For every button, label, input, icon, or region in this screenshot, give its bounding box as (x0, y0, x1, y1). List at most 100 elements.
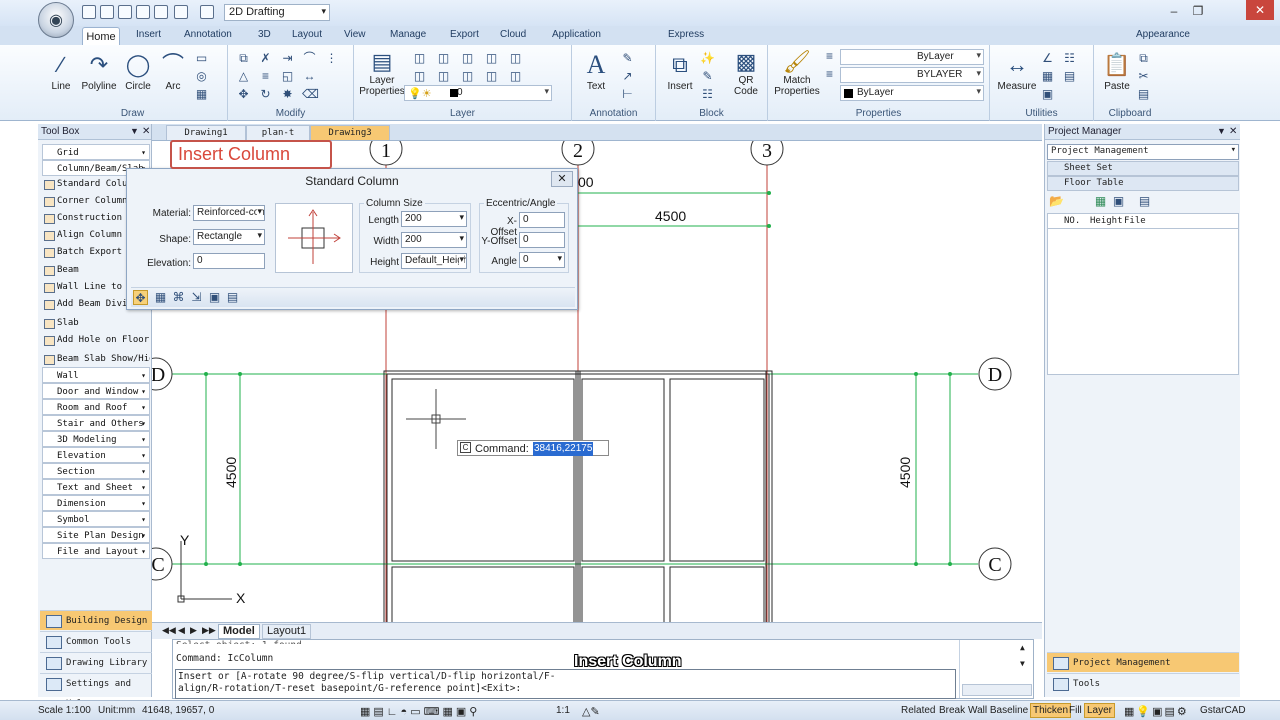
redo-icon[interactable] (200, 5, 214, 19)
yoffset-input[interactable]: 0 (519, 232, 565, 248)
status-fill[interactable]: Fill (1069, 705, 1082, 716)
first-tab-icon[interactable]: ◀◀ (162, 625, 176, 636)
scroll-up-icon[interactable]: ▲ (1020, 642, 1025, 654)
scroll-down-icon[interactable]: ▼ (1020, 658, 1025, 670)
tb-site-plan[interactable]: Site Plan Design (42, 527, 150, 543)
tab-express[interactable]: Express (668, 29, 704, 40)
print-icon[interactable] (154, 5, 168, 19)
command-scrollbar[interactable]: ▲ ▼ (959, 640, 1033, 698)
mtext-icon[interactable]: ✎ (620, 51, 635, 66)
save-icon[interactable] (118, 5, 132, 19)
layer-state-icon[interactable]: ◫ (412, 51, 427, 66)
pm-project-management[interactable]: Project Management (1047, 652, 1239, 672)
width-select[interactable]: 200 (401, 232, 467, 248)
arc-tool[interactable]: ⌒ Arc (158, 51, 188, 92)
doc-tab-plan[interactable]: plan-t (246, 125, 310, 140)
ellipse-icon[interactable]: ◎ (194, 69, 209, 84)
tb-text-sheet[interactable]: Text and Sheet (42, 479, 150, 495)
free-insert-icon[interactable]: ✥ (133, 290, 148, 305)
angle-icon[interactable]: ∠ (1040, 51, 1055, 66)
axis-insert-icon[interactable]: ⌘ (171, 290, 186, 305)
explode-icon[interactable]: ✸ (280, 87, 295, 102)
grid-insert-icon[interactable]: ▦ (153, 290, 168, 305)
close-button[interactable]: ✕ (1246, 0, 1274, 20)
xoffset-input[interactable]: 0 (519, 212, 565, 228)
rectangle-icon[interactable]: ▭ (194, 51, 209, 66)
layer-merge-icon[interactable]: ◫ (460, 69, 475, 84)
prev-tab-icon[interactable]: ◀ (178, 625, 185, 636)
linetype-select[interactable]: ByLayer (840, 49, 984, 65)
insert-block-button[interactable]: ⧉ Insert (660, 51, 700, 92)
status-layer[interactable]: Layer (1084, 703, 1116, 718)
tb-building-design[interactable]: Building Design (40, 610, 152, 630)
layer-lock-icon[interactable]: ◫ (412, 69, 427, 84)
pm-pin-icon[interactable]: ▼ (1217, 126, 1226, 136)
paste-button[interactable]: 📋 Paste (1100, 51, 1134, 92)
tab-layout[interactable]: Layout (292, 29, 322, 40)
list-icon[interactable]: ☷ (1062, 51, 1077, 66)
array-icon[interactable]: ⋮ (324, 51, 339, 66)
add-floor-icon[interactable]: ▦ (1093, 194, 1108, 209)
elevation-input[interactable]: 0 (193, 253, 265, 269)
tb-door-window[interactable]: Door and Window (42, 383, 150, 399)
color-select[interactable]: ByLayer (840, 85, 984, 101)
measure-button[interactable]: ↔ Measure (996, 51, 1038, 92)
command-input[interactable]: Insert or [A-rotate 90 degree/S-flip ver… (175, 669, 956, 699)
circle-tool[interactable]: ◯ Circle (122, 51, 154, 92)
tb-3d-modeling[interactable]: 3D Modeling (42, 431, 150, 447)
pin-icon[interactable]: ▼ (130, 126, 139, 136)
horizontal-scrollbar[interactable] (962, 684, 1032, 696)
next-tab-icon[interactable]: ▶ (190, 625, 197, 636)
tb-settings-help[interactable]: Settings and Help (40, 673, 152, 709)
tb-room-roof[interactable]: Room and Roof (42, 399, 150, 415)
new-icon[interactable] (82, 5, 96, 19)
tab-home[interactable]: Home (82, 27, 120, 47)
copy-clip-icon[interactable]: ⧉ (1136, 51, 1151, 66)
copy-icon[interactable]: ⧉ (236, 51, 251, 66)
save-as-icon[interactable] (136, 5, 150, 19)
layer-delete-icon[interactable]: ◫ (484, 69, 499, 84)
line-tool[interactable]: ∕ Line (46, 51, 76, 92)
dynamic-input-value[interactable]: 38416,22175 (533, 442, 594, 456)
tb-dimension[interactable]: Dimension (42, 495, 150, 511)
minimize-button[interactable]: – (1162, 2, 1186, 20)
status-zoom[interactable]: 1:1 (556, 705, 570, 716)
tab-export[interactable]: Export (450, 29, 479, 40)
layer-previous-icon[interactable]: ◫ (508, 69, 523, 84)
layer-freeze-icon[interactable]: ◫ (508, 51, 523, 66)
status-unit[interactable]: Unit:mm (98, 705, 135, 716)
layer-walk-icon[interactable]: ◫ (436, 69, 451, 84)
tb-stair[interactable]: Stair and Others (42, 415, 150, 431)
extend-icon[interactable]: ⇥ (280, 51, 295, 66)
status-related[interactable]: Related (901, 705, 935, 716)
tb-grid[interactable]: Grid (42, 144, 150, 160)
layer-match-icon[interactable]: ◫ (436, 51, 451, 66)
tb-wall[interactable]: Wall (42, 367, 150, 383)
tb-common-tools[interactable]: Common Tools (40, 631, 152, 651)
select-icon[interactable]: ▤ (1062, 69, 1077, 84)
shape-select[interactable]: Rectangle (193, 229, 265, 245)
rotate-icon[interactable]: ↻ (258, 87, 273, 102)
tb-add-hole[interactable]: Add Hole on Floor Slab (42, 332, 150, 348)
floor-delete-icon[interactable]: ▤ (1137, 194, 1152, 209)
status-thicken[interactable]: Thicken (1030, 703, 1072, 718)
lineweight-select[interactable]: BYLAYER (840, 67, 984, 83)
height-select[interactable]: Default_Height (401, 253, 467, 269)
open-icon[interactable] (100, 5, 114, 19)
tab-cloud[interactable]: Cloud (500, 29, 526, 40)
status-wall-baseline[interactable]: Wall Baseline (968, 705, 1028, 716)
pm-close-icon[interactable]: ✕ (1229, 126, 1237, 137)
open-folder-icon[interactable]: 📂 (1049, 194, 1064, 209)
last-tab-icon[interactable]: ▶▶ (202, 625, 216, 636)
offset-icon[interactable]: ≡ (258, 69, 273, 84)
sheet-set-section[interactable]: Sheet Set (1047, 161, 1239, 176)
tab-annotation[interactable]: Annotation (184, 29, 232, 40)
appearance-menu[interactable]: Appearance (1136, 29, 1190, 40)
undo-icon[interactable] (174, 5, 188, 19)
angle-select[interactable]: 0 (519, 252, 565, 268)
stretch-icon[interactable]: ↔ (302, 69, 317, 84)
tb-drawing-library[interactable]: Drawing Library (40, 652, 152, 672)
leader-icon[interactable]: ↗ (620, 69, 635, 84)
floor-settings-icon[interactable]: ▣ (1111, 194, 1126, 209)
copy-base-icon[interactable]: ▤ (1136, 87, 1151, 102)
